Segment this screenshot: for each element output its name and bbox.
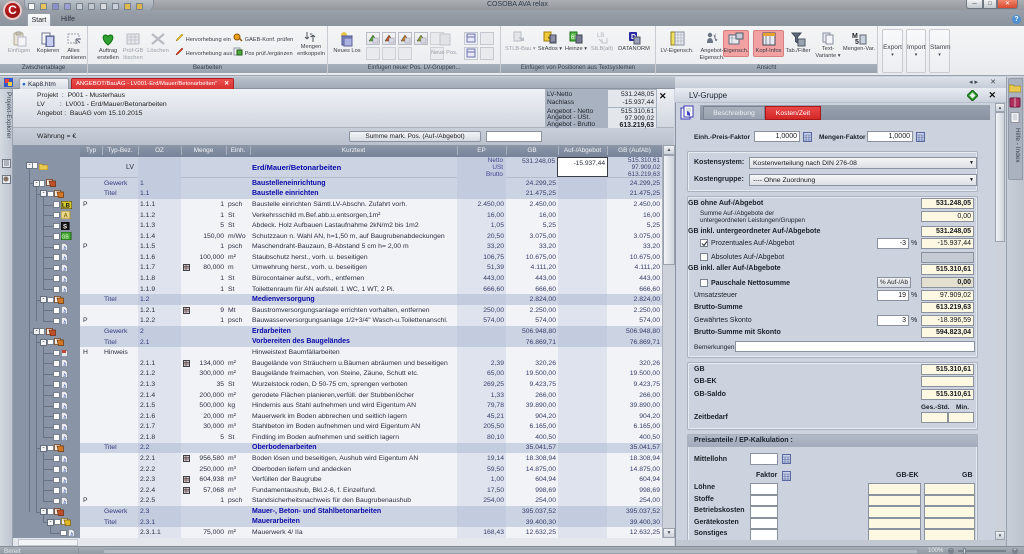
svg-text:GB: GB — [61, 235, 69, 241]
svg-text:b: b — [63, 436, 66, 441]
svg-text:b: b — [63, 288, 66, 293]
svg-text:b: b — [63, 405, 66, 410]
svg-text:5: 5 — [855, 39, 859, 45]
svg-text:b: b — [63, 426, 66, 431]
svg-text:b: b — [63, 415, 66, 420]
svg-text:b: b — [63, 267, 66, 272]
svg-text:b: b — [63, 320, 66, 325]
svg-text:b: b — [63, 468, 66, 473]
svg-text:b: b — [63, 500, 66, 505]
svg-text:b: b — [63, 309, 66, 314]
svg-text:b: b — [63, 278, 66, 283]
svg-text:b: b — [63, 384, 66, 389]
svg-text:5: 5 — [310, 33, 313, 39]
svg-text:b: b — [70, 532, 73, 537]
svg-text:b: b — [63, 489, 66, 494]
svg-text:b: b — [63, 362, 66, 367]
svg-text:LB: LB — [597, 33, 604, 39]
svg-text:b: b — [63, 458, 66, 463]
svg-text:S: S — [63, 224, 67, 230]
svg-text:b: b — [63, 256, 66, 261]
svg-text:LB: LB — [62, 203, 71, 209]
svg-text:b: b — [63, 373, 66, 378]
svg-text:b: b — [63, 394, 66, 399]
svg-text:b: b — [63, 479, 66, 484]
svg-text:b: b — [63, 246, 66, 251]
svg-text:A: A — [63, 214, 68, 220]
svg-text:i: i — [715, 33, 716, 39]
